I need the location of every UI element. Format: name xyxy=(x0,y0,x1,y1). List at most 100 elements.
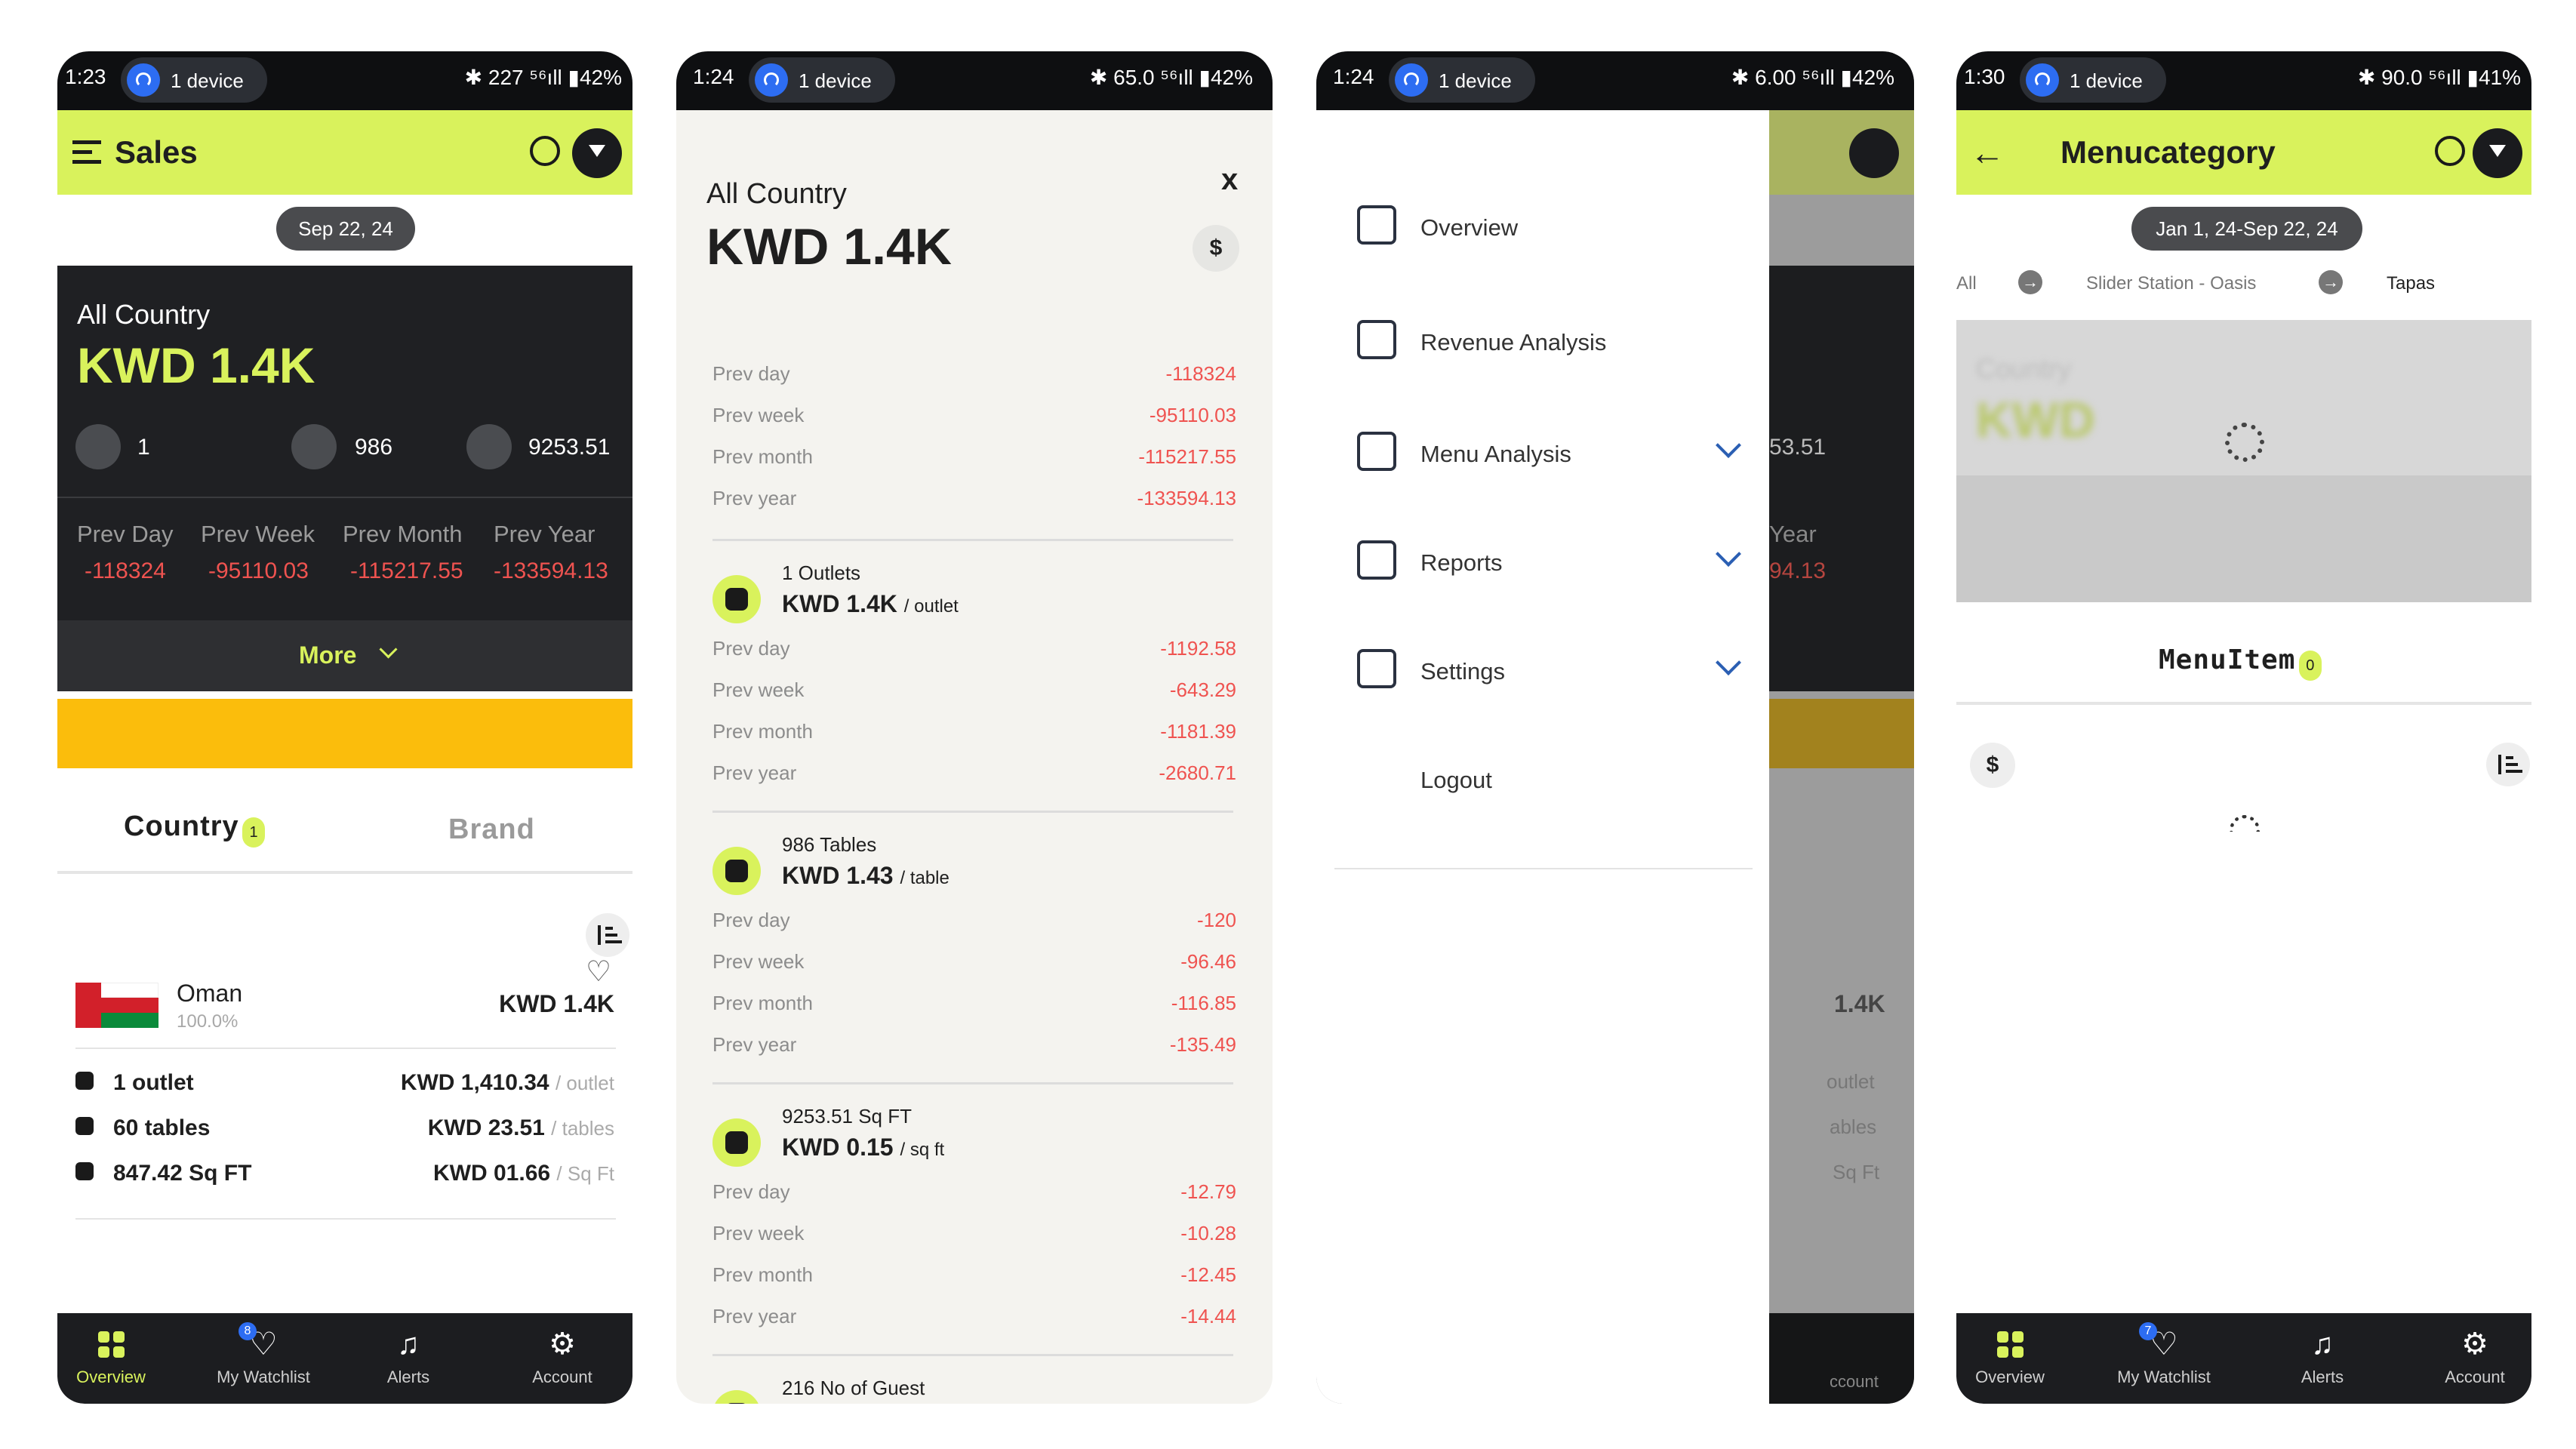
nav-alerts[interactable]: ♫ Alerts xyxy=(337,1325,480,1387)
oman-flag-icon xyxy=(75,983,158,1028)
tab-country[interactable]: Country 1 xyxy=(124,811,266,848)
menu-item-label: Settings xyxy=(1420,658,1506,685)
device-label: 1 device xyxy=(799,69,872,92)
menu-item-label: Revenue Analysis xyxy=(1420,329,1607,355)
device-label: 1 device xyxy=(171,69,244,92)
summary-card: All Country KWD 1.4K 1 986 9253.51 Prev … xyxy=(57,266,632,691)
menu-item-menu-analysis[interactable]: Menu Analysis xyxy=(1316,424,1769,485)
hotspot-icon xyxy=(755,63,788,97)
period-value: -133594.13 xyxy=(494,558,608,583)
status-bar: 1:24 1 device ✱ 6.00 ⁵⁶ıll ▮42% xyxy=(1316,51,1914,110)
chevron-down-icon xyxy=(1716,541,1741,567)
chevron-down-icon xyxy=(1716,650,1741,675)
menu-item-logout[interactable]: Logout xyxy=(1316,750,1769,811)
menu-item-settings[interactable]: Settings xyxy=(1316,641,1769,702)
section-value: KWD 1.4K / outlet xyxy=(782,590,959,617)
close-icon[interactable]: x xyxy=(1221,163,1238,197)
section-divider xyxy=(712,1082,1233,1084)
period-value: -133594.13 xyxy=(1137,487,1236,509)
page-title: Sales xyxy=(115,134,198,170)
menu-item-overview[interactable]: Overview xyxy=(1316,198,1769,258)
breadcrumb-outlet[interactable]: Slider Station - Oasis xyxy=(2086,273,2256,294)
nav-alerts[interactable]: ♫ Alerts xyxy=(2251,1325,2394,1387)
breadcrumb-all[interactable]: All xyxy=(1956,273,1977,294)
section-title: 9253.51 Sq FT xyxy=(782,1105,912,1128)
sheet-label: All Country xyxy=(706,178,847,210)
date-chip[interactable]: Jan 1, 24-Sep 22, 24 xyxy=(2131,207,2362,251)
currency-history-icon[interactable]: $ xyxy=(1970,743,2015,788)
device-pill[interactable]: 1 device xyxy=(749,57,895,103)
status-indicators: ✱ 90.0 ⁵⁶ıll ▮41% xyxy=(2357,66,2521,89)
bottom-nav: Overview ♡ 7 My Watchlist ♫ Alerts ⚙ Acco… xyxy=(1956,1313,2531,1404)
search-icon[interactable] xyxy=(2435,136,2465,166)
detail-label: 1 outlet xyxy=(113,1070,194,1095)
section-title: 986 Tables xyxy=(782,833,877,856)
search-icon[interactable] xyxy=(530,136,560,166)
country-name[interactable]: Oman xyxy=(177,980,242,1008)
nav-overview[interactable]: Overview xyxy=(57,1325,183,1387)
period-label: Prev year xyxy=(712,1033,797,1056)
phone-detail-sheet: 1:24 1 device ✱ 65.0 ⁵⁶ıll ▮42% x All Co… xyxy=(676,51,1273,1404)
stat-tables: 986 xyxy=(355,435,393,460)
back-arrow-icon[interactable]: ← xyxy=(1970,135,2005,170)
detail-value: KWD 23.51 / tables xyxy=(427,1115,614,1140)
sqft-icon xyxy=(75,1162,94,1180)
section-title: 1 Outlets xyxy=(782,561,861,584)
section-icon xyxy=(712,575,761,623)
period-label: Prev Week xyxy=(201,521,315,547)
more-button[interactable]: More xyxy=(57,620,632,691)
tab-brand[interactable]: Brand xyxy=(448,814,535,846)
blurred-value: KWD xyxy=(1976,392,2095,448)
detail-value: KWD 1,410.34 / outlet xyxy=(400,1070,614,1095)
hotspot-icon xyxy=(2026,63,2059,97)
period-label: Prev Month xyxy=(343,521,463,547)
menu-item-label: Logout xyxy=(1420,767,1492,793)
loading-spinner-icon xyxy=(2230,815,2260,832)
period-value: -95110.03 xyxy=(208,558,309,583)
heart-icon[interactable]: ♡ xyxy=(586,958,613,986)
status-time: 1:30 xyxy=(1964,65,2005,88)
nav-account[interactable]: ⚙ Account xyxy=(491,1325,632,1387)
filter-icon[interactable] xyxy=(572,128,622,178)
chevron-down-icon xyxy=(379,640,398,659)
period-value: -115217.55 xyxy=(1138,445,1236,468)
peek-row: ables xyxy=(1830,1115,1877,1138)
status-indicators: ✱ 6.00 ⁵⁶ıll ▮42% xyxy=(1731,66,1894,89)
currency-history-icon[interactable]: $ xyxy=(1193,225,1239,272)
period-value: -1181.39 xyxy=(1160,720,1236,743)
nav-watchlist[interactable]: ♡ 8 My Watchlist xyxy=(192,1322,335,1387)
more-label: More xyxy=(299,641,357,669)
period-label: Prev day xyxy=(712,909,790,931)
sort-icon[interactable] xyxy=(586,913,629,957)
settings-icon: ⚙ xyxy=(549,1327,576,1361)
watchlist-badge: 7 xyxy=(2139,1322,2157,1340)
period-value: -2680.71 xyxy=(1159,761,1236,784)
breadcrumb-current: Tapas xyxy=(2387,273,2436,294)
peek-year: Year xyxy=(1769,521,1817,547)
device-pill[interactable]: 1 device xyxy=(121,57,267,103)
period-label: Prev month xyxy=(712,1263,813,1286)
banner[interactable] xyxy=(57,699,632,768)
status-bar: 1:23 1 device ✱ 227 ⁵⁶ıll ▮42% xyxy=(57,51,632,110)
menu-item-revenue-analysis[interactable]: Revenue Analysis xyxy=(1316,312,1769,373)
arrow-right-icon: → xyxy=(2319,270,2343,294)
device-pill[interactable]: 1 device xyxy=(2020,57,2166,103)
period-label: Prev day xyxy=(712,637,790,660)
period-label: Prev week xyxy=(712,1222,805,1244)
device-pill[interactable]: 1 device xyxy=(1389,57,1535,103)
bottom-nav: Overview ♡ 8 My Watchlist ♫ Alerts ⚙ Acco… xyxy=(57,1313,632,1404)
nav-overview[interactable]: Overview xyxy=(1956,1325,2082,1387)
phone-menucategory: 1:30 1 device ✱ 90.0 ⁵⁶ıll ▮41% ← Menuca… xyxy=(1956,51,2531,1404)
sort-icon[interactable] xyxy=(2486,743,2530,786)
period-value: -12.45 xyxy=(1180,1263,1236,1286)
period-label: Prev day xyxy=(712,362,790,385)
menu-icon[interactable] xyxy=(72,140,101,165)
card-value: KWD 1.4K xyxy=(77,337,315,393)
section-value: KWD 0.15 / sq ft xyxy=(782,1134,945,1161)
filter-icon[interactable] xyxy=(2473,128,2522,178)
nav-watchlist[interactable]: ♡ 7 My Watchlist xyxy=(2092,1322,2236,1387)
stat-outlets: 1 xyxy=(137,435,150,460)
date-chip[interactable]: Sep 22, 24 xyxy=(276,207,415,251)
menu-item-reports[interactable]: Reports xyxy=(1316,533,1769,593)
nav-account[interactable]: ⚙ Account xyxy=(2403,1325,2531,1387)
